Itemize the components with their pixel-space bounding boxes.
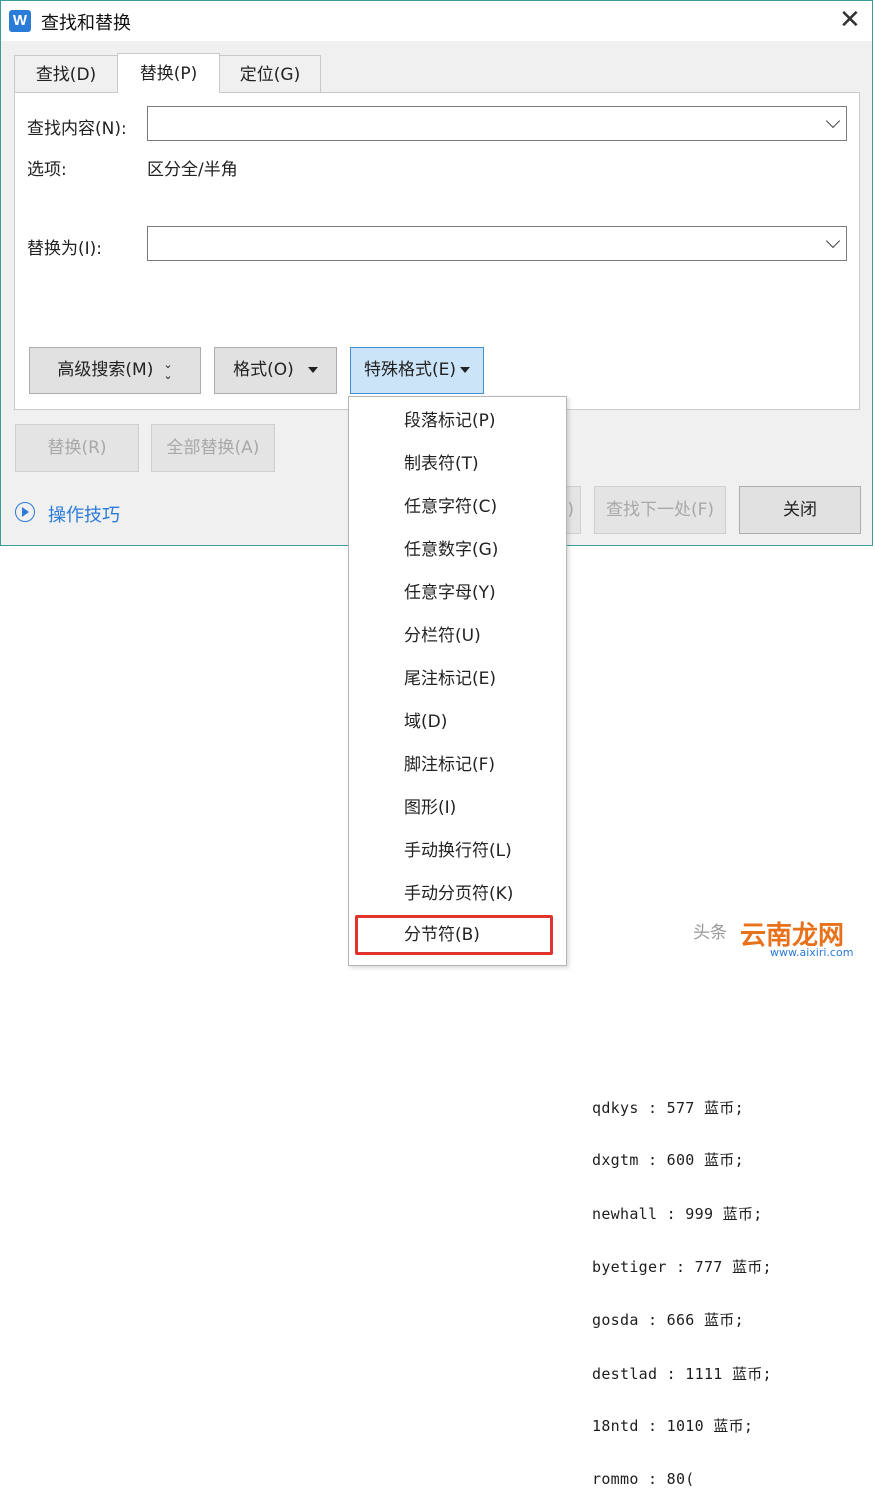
menu-item-tab-char[interactable]: 制表符(T) [349, 444, 566, 484]
document-line: dxgtm : 600 蓝币; [592, 1151, 744, 1169]
menu-item-field[interactable]: 域(D) [349, 702, 566, 742]
replace-label: 替换为(I): [27, 239, 103, 259]
menu-item-column-break[interactable]: 分栏符(U) [349, 616, 566, 656]
document-line: gosda : 666 蓝币; [592, 1311, 744, 1329]
menu-item-graphic[interactable]: 图形(I) [349, 788, 566, 828]
options-label: 选项: [27, 160, 67, 180]
caret-down-icon [460, 367, 470, 373]
caret-down-icon [307, 367, 318, 373]
special-format-label: 特殊格式(E) [363, 360, 456, 380]
menu-item-manual-page-break[interactable]: 手动分页符(K) [349, 874, 566, 914]
tab-goto[interactable]: 定位(G) [219, 55, 321, 93]
format-button[interactable]: 格式(O) [214, 347, 337, 394]
tab-replace[interactable]: 替换(P) [117, 53, 220, 93]
document-line: qdkys : 577 蓝币; [592, 1099, 744, 1117]
menu-item-section-break[interactable]: 分节符(B) [355, 915, 553, 955]
close-button[interactable]: 关闭 [739, 486, 861, 534]
menu-item-footnote-mark[interactable]: 脚注标记(F) [349, 745, 566, 785]
menu-item-any-letter[interactable]: 任意字母(Y) [349, 573, 566, 613]
replace-panel: 查找内容(N): 选项: 区分全/半角 替换为(I): 高级搜索(M) ⌄ ⌄ 格式… [14, 92, 860, 410]
format-label: 格式(O) [233, 360, 294, 380]
chevron-down-icon[interactable] [825, 233, 841, 249]
title-bar[interactable]: W 查找和替换 ✕ [1, 1, 872, 41]
menu-item-manual-line-break[interactable]: 手动换行符(L) [349, 831, 566, 871]
replace-button[interactable]: 替换(R) [15, 424, 139, 472]
wps-writer-icon: W [9, 10, 31, 32]
find-input[interactable] [154, 107, 798, 140]
document-line: byetiger : 777 蓝币; [592, 1258, 772, 1276]
document-line: newhall : 999 蓝币; [592, 1205, 763, 1223]
find-label: 查找内容(N): [27, 119, 127, 139]
watermark-url: www.aixiri.com [770, 946, 854, 959]
double-chevron-down-icon: ⌄ ⌄ [163, 358, 173, 382]
menu-item-any-digit[interactable]: 任意数字(G) [349, 530, 566, 570]
document-line: rommo : 80( [592, 1470, 695, 1488]
chevron-down-icon[interactable] [825, 113, 841, 129]
advanced-search-label: 高级搜索(M) [57, 360, 154, 380]
tips-link[interactable]: 操作技巧 [48, 501, 120, 527]
close-icon[interactable]: ✕ [839, 5, 861, 35]
watermark-ghost-text: 头条 [693, 923, 727, 943]
find-combobox[interactable] [147, 106, 847, 141]
dialog-title: 查找和替换 [41, 13, 131, 34]
menu-item-endnote-mark[interactable]: 尾注标记(E) [349, 659, 566, 699]
special-format-button[interactable]: 特殊格式(E) [350, 347, 484, 394]
replace-all-button[interactable]: 全部替换(A) [151, 424, 275, 472]
find-next-button[interactable]: 查找下一处(F) [594, 486, 726, 534]
advanced-search-button[interactable]: 高级搜索(M) ⌄ ⌄ [29, 347, 201, 394]
options-value: 区分全/半角 [147, 160, 238, 180]
document-line: 18ntd : 1010 蓝币; [592, 1417, 754, 1435]
special-format-menu: 段落标记(P) 制表符(T) 任意字符(C) 任意数字(G) 任意字母(Y) 分… [348, 396, 567, 966]
tab-find[interactable]: 查找(D) [14, 55, 118, 93]
replace-input[interactable] [154, 227, 798, 260]
menu-item-any-char[interactable]: 任意字符(C) [349, 487, 566, 527]
document-line: destlad : 1111 蓝币; [592, 1365, 772, 1383]
play-circle-icon[interactable] [15, 502, 35, 522]
menu-item-paragraph-mark[interactable]: 段落标记(P) [349, 401, 566, 441]
replace-combobox[interactable] [147, 226, 847, 261]
